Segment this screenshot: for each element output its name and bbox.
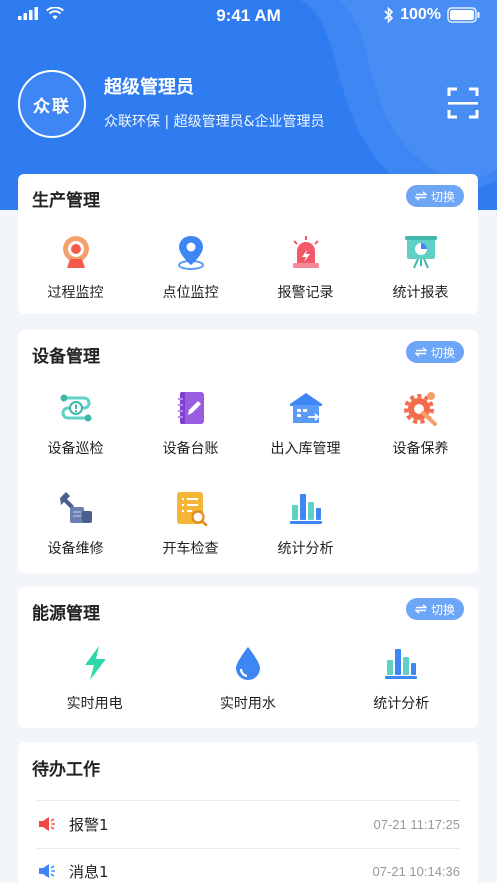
grid-item-stat-report[interactable]: 统计报表 (363, 226, 478, 326)
equipment-switch-button[interactable]: 切换 (405, 341, 464, 363)
grid-item-label: 点位监控 (162, 285, 219, 301)
equipment-switch-label: 切换 (430, 345, 455, 360)
bar-chart-icon (289, 494, 322, 524)
energy-title: 能源管理 (32, 604, 100, 624)
equipment-title: 设备管理 (32, 347, 100, 367)
warehouse-icon (289, 393, 322, 423)
grid-item-equipment-stats[interactable]: 统计分析 (248, 482, 363, 582)
todo-item-time: 07-21 11:17:25 (373, 816, 461, 832)
equipment-card: 设备管理 切换 设备巡检 设备台账 出入库管理 设备保养 设备维修 开车检查 统… (18, 330, 478, 573)
user-role: 众联环保 | 超级管理员&企业管理员 (104, 114, 325, 130)
production-switch-button[interactable]: 切换 (405, 185, 464, 207)
swap-icon (414, 347, 427, 357)
presentation-chart-icon (404, 236, 437, 269)
production-title: 生产管理 (32, 191, 100, 211)
todo-item-name: 报警1 (69, 815, 109, 834)
grid-item-label: 设备保养 (392, 441, 449, 457)
grid-item-inspection[interactable]: 设备巡检 (18, 382, 133, 482)
grid-item-realtime-water[interactable]: 实时用水 (171, 637, 324, 737)
location-pin-icon (177, 236, 204, 270)
speaker-message-icon (39, 864, 55, 878)
water-drop-icon (235, 647, 260, 680)
inspection-route-icon (60, 394, 91, 422)
grid-item-label: 设备巡检 (47, 441, 104, 457)
grid-item-label: 设备维修 (47, 541, 104, 557)
grid-item-label: 开车检查 (162, 541, 219, 557)
repair-tool-icon (59, 492, 92, 523)
grid-item-warehouse[interactable]: 出入库管理 (248, 382, 363, 482)
grid-item-energy-stats[interactable]: 统计分析 (325, 637, 478, 737)
grid-item-label: 实时用电 (66, 696, 123, 712)
energy-switch-label: 切换 (430, 602, 455, 617)
grid-item-process-monitor[interactable]: 过程监控 (18, 226, 133, 326)
grid-item-startup-check[interactable]: 开车检查 (133, 482, 248, 582)
battery-icon (447, 7, 480, 23)
status-bar: 9:41 AM 100% (0, 0, 497, 32)
todo-item-time: 07-21 10:14:36 (372, 863, 460, 879)
avatar[interactable]: 众联 (18, 70, 86, 138)
production-card: 生产管理 切换 过程监控 点位监控 报警记录 统计报表 (18, 174, 478, 314)
bluetooth-icon (384, 7, 394, 23)
todo-item-message[interactable]: 消息1 07-21 10:14:36 (36, 847, 460, 883)
grid-item-repair[interactable]: 设备维修 (18, 482, 133, 582)
grid-item-label: 实时用水 (219, 696, 276, 712)
scan-qr-icon[interactable] (447, 86, 479, 120)
production-switch-label: 切换 (430, 189, 455, 204)
todo-card: 待办工作 报警1 07-21 11:17:25 消息1 07-21 10:14:… (18, 742, 478, 883)
grid-item-ledger[interactable]: 设备台账 (133, 382, 248, 482)
checklist-search-icon (176, 492, 207, 526)
todo-item-alarm[interactable]: 报警1 07-21 11:17:25 (36, 800, 460, 848)
grid-item-label: 统计分析 (373, 696, 430, 712)
grid-item-label: 报警记录 (277, 285, 334, 301)
grid-item-label: 过程监控 (47, 285, 104, 301)
energy-card: 能源管理 切换 实时用电 实时用水 统计分析 (18, 587, 478, 728)
grid-item-alarm-records[interactable]: 报警记录 (248, 226, 363, 326)
lightning-icon (84, 646, 106, 680)
grid-item-label: 统计报表 (392, 285, 449, 301)
ledger-book-icon (177, 392, 204, 424)
battery-percent: 100% (400, 6, 441, 23)
bar-chart-icon (385, 649, 418, 679)
swap-icon (414, 604, 427, 614)
speaker-alarm-icon (39, 817, 55, 831)
swap-icon (414, 191, 427, 201)
todo-title: 待办工作 (32, 760, 100, 780)
grid-item-realtime-power[interactable]: 实时用电 (18, 637, 171, 737)
grid-item-maintenance[interactable]: 设备保养 (363, 382, 478, 482)
energy-switch-button[interactable]: 切换 (405, 598, 464, 620)
grid-item-label: 出入库管理 (270, 441, 341, 457)
alarm-siren-icon (292, 236, 319, 268)
camera-icon (62, 236, 89, 268)
gear-wrench-icon (403, 392, 437, 426)
grid-item-label: 统计分析 (277, 541, 334, 557)
user-name: 超级管理员 (104, 77, 194, 98)
grid-item-point-monitor[interactable]: 点位监控 (133, 226, 248, 326)
grid-item-label: 设备台账 (162, 441, 219, 457)
todo-item-name: 消息1 (69, 862, 109, 881)
user-profile: 众联 超级管理员 众联环保 | 超级管理员&企业管理员 (18, 70, 325, 138)
